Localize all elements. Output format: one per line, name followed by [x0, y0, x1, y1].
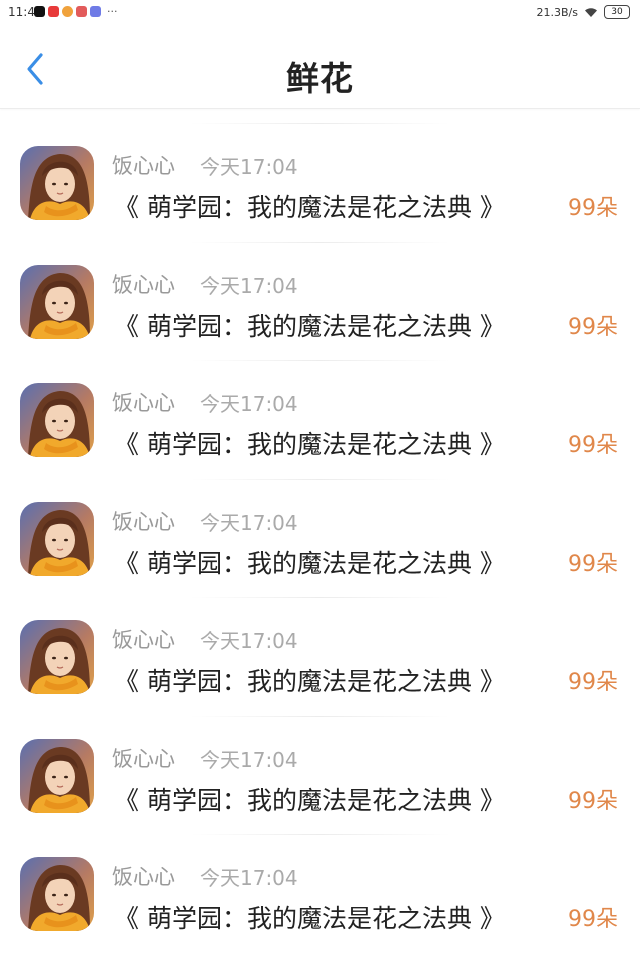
username: 饭心心: [112, 391, 175, 415]
status-right: 21.3B/s 30: [537, 5, 630, 19]
timestamp: 今天17:04: [200, 273, 298, 298]
flower-count: 99朵: [568, 433, 618, 458]
list-item[interactable]: 饭心心 今天17:04 《 萌学园：我的魔法是花之法典 》 99朵: [0, 227, 640, 346]
list-item[interactable]: 饭心心 今天17:04 《 萌学园：我的魔法是花之法典 》 99朵: [0, 582, 640, 701]
username: 饭心心: [112, 509, 175, 534]
wifi-icon: [585, 7, 597, 17]
notification-icons: ···: [34, 6, 118, 17]
more-notifications-icon: ···: [107, 4, 118, 18]
weibo-icon: [62, 6, 73, 17]
avatar[interactable]: [20, 383, 94, 457]
book-title[interactable]: 《 萌学园：我的魔法是花之法典 》: [114, 544, 505, 580]
username: 饭心心: [112, 746, 175, 771]
avatar[interactable]: [20, 146, 94, 220]
avatar[interactable]: [20, 857, 94, 931]
battery-level: 30: [611, 7, 623, 17]
book-title[interactable]: 《 萌学园：我的魔法是花之法典 》: [114, 188, 505, 224]
blue-app-icon: [90, 6, 101, 17]
username: 饭心心: [112, 154, 175, 178]
red-app-icon: [48, 6, 59, 17]
avatar-image: [20, 738, 94, 813]
divider: [190, 478, 450, 480]
net-speed: 21.3B/s: [536, 5, 578, 19]
flower-count: 99朵: [568, 907, 618, 932]
flower-count: 99朵: [568, 551, 618, 577]
timestamp: 今天17:04: [200, 510, 298, 535]
avatar[interactable]: [20, 738, 94, 813]
divider: [190, 360, 450, 361]
divider: [190, 597, 450, 598]
avatar[interactable]: [20, 264, 94, 339]
username: 饭心心: [112, 628, 175, 652]
flower-count: 99朵: [568, 788, 618, 814]
flower-count: 99朵: [568, 196, 618, 221]
timestamp: 今天17:04: [200, 392, 298, 416]
flower-count: 99朵: [568, 670, 618, 695]
status-bar: 11:46 ··· 21.3B/s 30: [0, 0, 640, 26]
book-title[interactable]: 《 萌学园：我的魔法是花之法典 》: [114, 781, 505, 817]
page-title: 鲜花: [286, 59, 354, 98]
list-item[interactable]: 饭心心 今天17:04 《 萌学园：我的魔法是花之法典 》 99朵: [0, 701, 640, 820]
avatar[interactable]: [20, 501, 94, 576]
avatar[interactable]: [20, 620, 94, 694]
header: 鲜花: [0, 26, 640, 109]
timestamp: 今天17:04: [200, 629, 298, 653]
avatar-image: [20, 264, 94, 339]
list-item[interactable]: 饭心心 今天17:04 《 萌学园：我的魔法是花之法典 》 99朵: [0, 345, 640, 464]
flower-count: 99朵: [568, 314, 618, 340]
list-item[interactable]: 饭心心 今天17:04 《 萌学园：我的魔法是花之法典 》 99朵: [0, 108, 640, 227]
username: 饭心心: [112, 272, 175, 297]
battery-icon: 30: [604, 5, 630, 19]
divider: [190, 123, 450, 124]
divider: [190, 834, 450, 835]
tiktok-icon: [34, 6, 45, 17]
timestamp: 今天17:04: [200, 155, 298, 179]
avatar-image: [20, 383, 94, 457]
list-item[interactable]: 饭心心 今天17:04 《 萌学园：我的魔法是花之法典 》 99朵: [0, 464, 640, 583]
book-title[interactable]: 《 萌学园：我的魔法是花之法典 》: [114, 662, 505, 698]
book-title[interactable]: 《 萌学园：我的魔法是花之法典 》: [114, 899, 505, 935]
avatar-image: [20, 146, 94, 220]
book-title[interactable]: 《 萌学园：我的魔法是花之法典 》: [114, 307, 505, 343]
book-title[interactable]: 《 萌学园：我的魔法是花之法典 》: [114, 425, 505, 461]
avatar-image: [20, 857, 94, 931]
red-app-icon-2: [76, 6, 87, 17]
username: 饭心心: [112, 865, 175, 889]
avatar-image: [20, 620, 94, 694]
divider: [190, 715, 450, 717]
avatar-image: [20, 501, 94, 576]
list-item[interactable]: 饭心心 今天17:04 《 萌学园：我的魔法是花之法典 》 99朵: [0, 819, 640, 938]
flower-list: 饭心心 今天17:04 《 萌学园：我的魔法是花之法典 》 99朵 饭心心 今天…: [0, 108, 640, 938]
divider: [190, 241, 450, 243]
timestamp: 今天17:04: [200, 747, 298, 772]
timestamp: 今天17:04: [200, 866, 298, 890]
